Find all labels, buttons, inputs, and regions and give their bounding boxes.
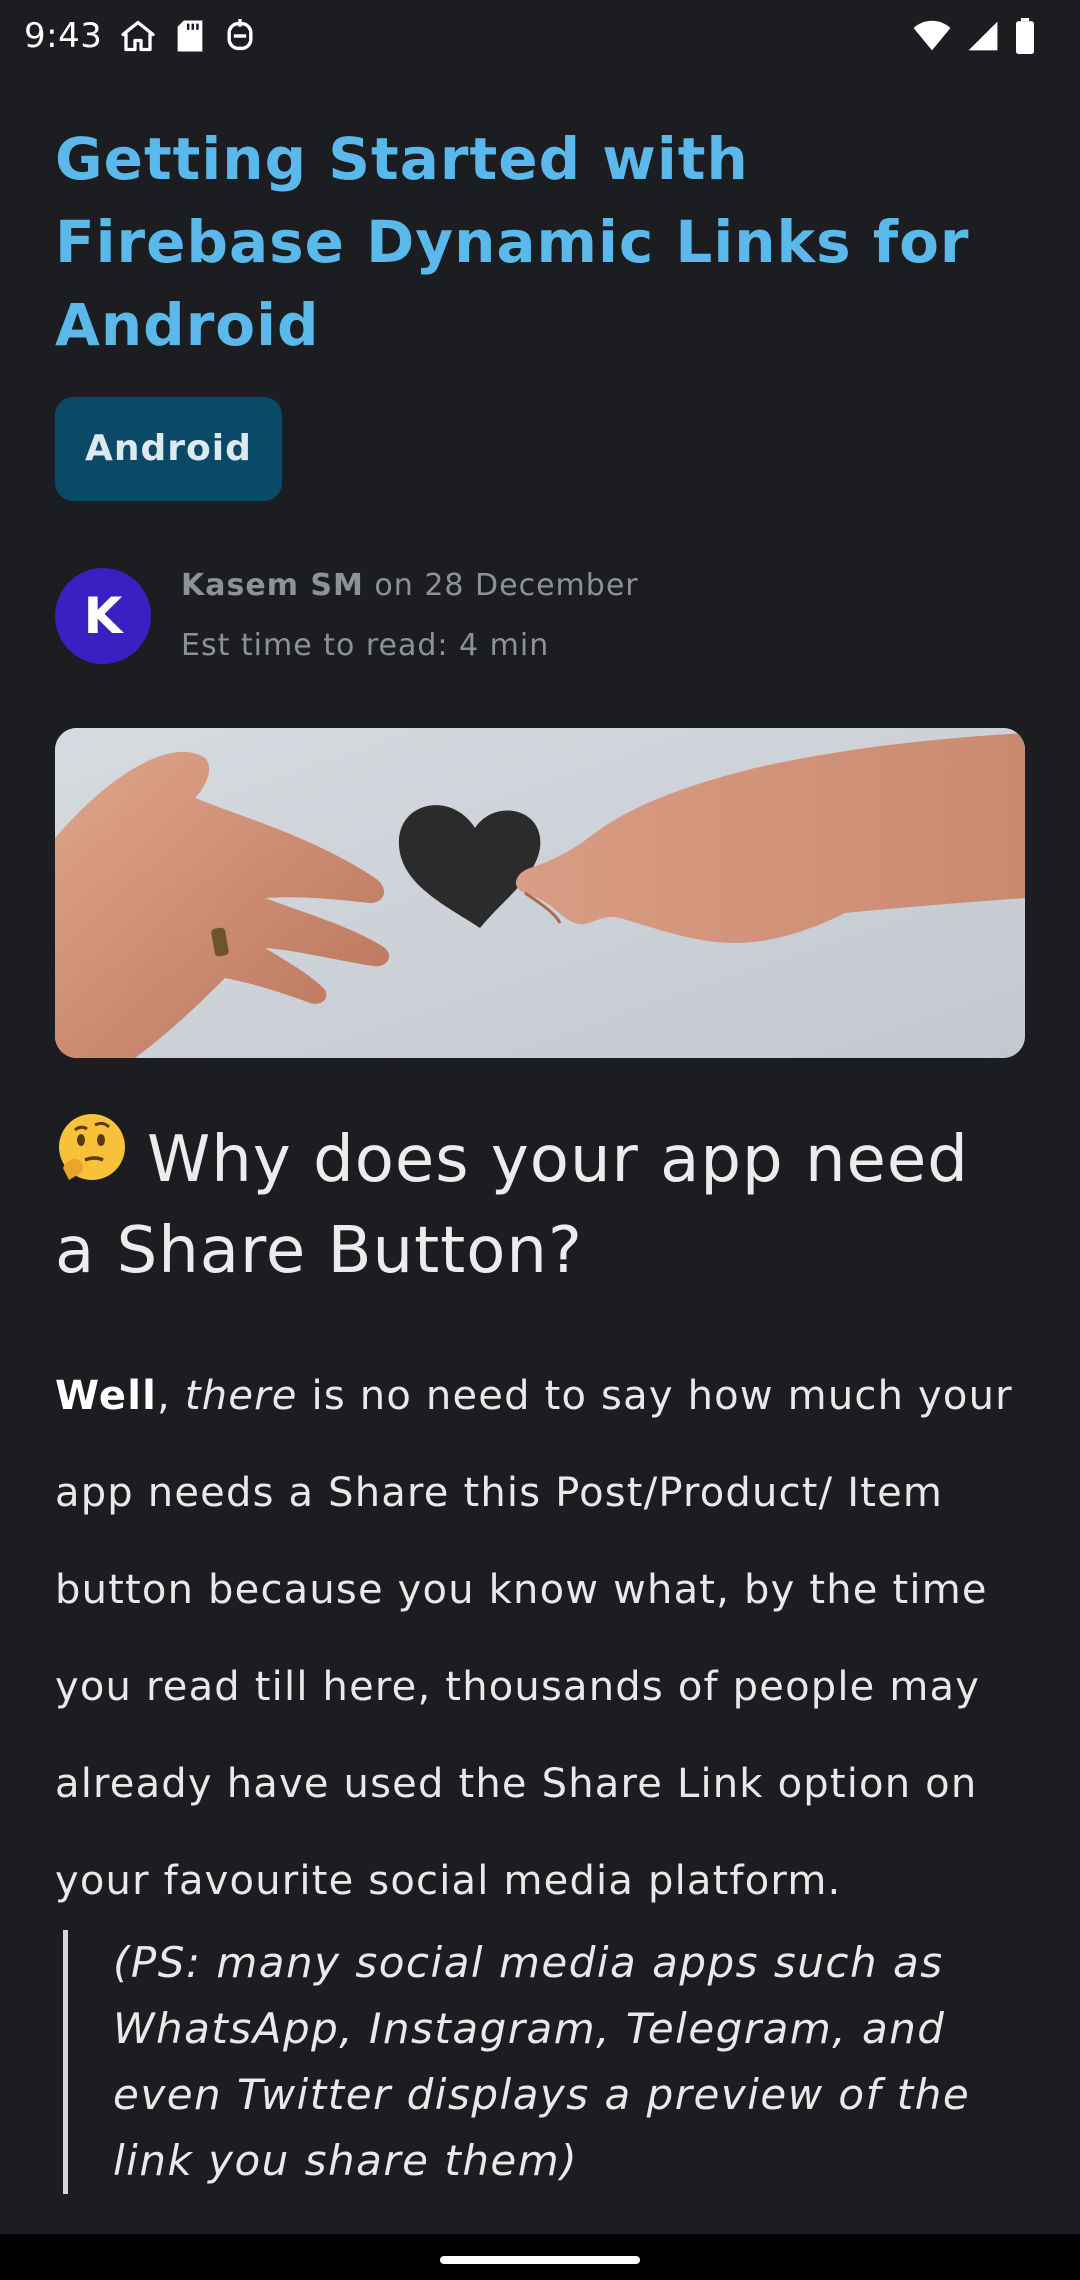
author-on: on bbox=[374, 568, 414, 603]
home-icon bbox=[120, 18, 156, 54]
para-bold: Well bbox=[55, 1373, 158, 1420]
status-right bbox=[912, 18, 1056, 54]
author-name[interactable]: Kasem SM bbox=[181, 568, 364, 603]
status-time: 9:43 bbox=[24, 16, 103, 56]
author-line: Kasem SM on 28 December bbox=[181, 556, 639, 616]
article-title: Getting Started with Firebase Dynamic Li… bbox=[55, 125, 970, 359]
article: Getting Started with Firebase Dynamic Li… bbox=[55, 118, 1025, 2195]
para-italic: there bbox=[184, 1373, 298, 1420]
blockquote: (PS: many social media apps such as What… bbox=[63, 1930, 1025, 2195]
body-paragraph: Well, there is no need to say how much y… bbox=[55, 1348, 1025, 1930]
notification-icon bbox=[224, 19, 256, 53]
post-date: 28 December bbox=[424, 568, 639, 603]
status-left: 9:43 bbox=[24, 16, 256, 56]
read-time: Est time to read: 4 min bbox=[181, 628, 550, 663]
avatar[interactable]: K bbox=[55, 568, 151, 664]
thinking-face-icon bbox=[55, 1110, 129, 1207]
wifi-icon bbox=[912, 20, 952, 52]
category-tag[interactable]: Android bbox=[55, 397, 282, 501]
section-heading-text: Why does your app need a Share Button? bbox=[55, 1123, 969, 1288]
battery-icon bbox=[1014, 18, 1036, 54]
para-comma: , bbox=[157, 1373, 171, 1420]
para-text: is no need to say how much your app need… bbox=[55, 1373, 1013, 1905]
section-heading: Why does your app need a Share Button? bbox=[55, 1113, 1025, 1295]
hero-image bbox=[55, 728, 1025, 1058]
sd-card-icon bbox=[174, 19, 206, 53]
author-row: K Kasem SM on 28 December Est time to re… bbox=[55, 556, 1025, 676]
home-gesture-handle[interactable] bbox=[440, 2256, 640, 2264]
author-meta: Kasem SM on 28 December Est time to read… bbox=[181, 556, 639, 676]
status-bar: 9:43 bbox=[0, 0, 1080, 72]
signal-icon bbox=[966, 20, 1000, 52]
hero-illustration bbox=[55, 728, 1025, 1058]
